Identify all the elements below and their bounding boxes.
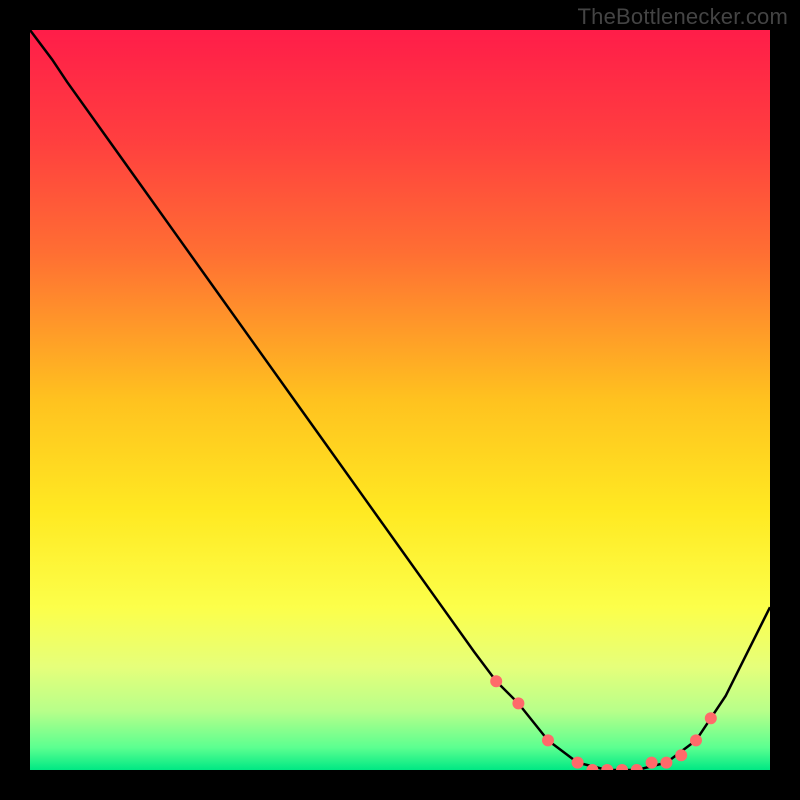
chart-svg [30, 30, 770, 770]
marker-point [512, 697, 524, 709]
marker-point [675, 749, 687, 761]
marker-point [490, 675, 502, 687]
marker-point [660, 757, 672, 769]
marker-point [690, 734, 702, 746]
marker-point [705, 712, 717, 724]
marker-point [542, 734, 554, 746]
marker-point [646, 757, 658, 769]
marker-point [572, 757, 584, 769]
chart-frame: TheBottlenecker.com [0, 0, 800, 800]
watermark-text: TheBottlenecker.com [578, 4, 788, 30]
gradient-background [30, 30, 770, 770]
plot-area [30, 30, 770, 770]
